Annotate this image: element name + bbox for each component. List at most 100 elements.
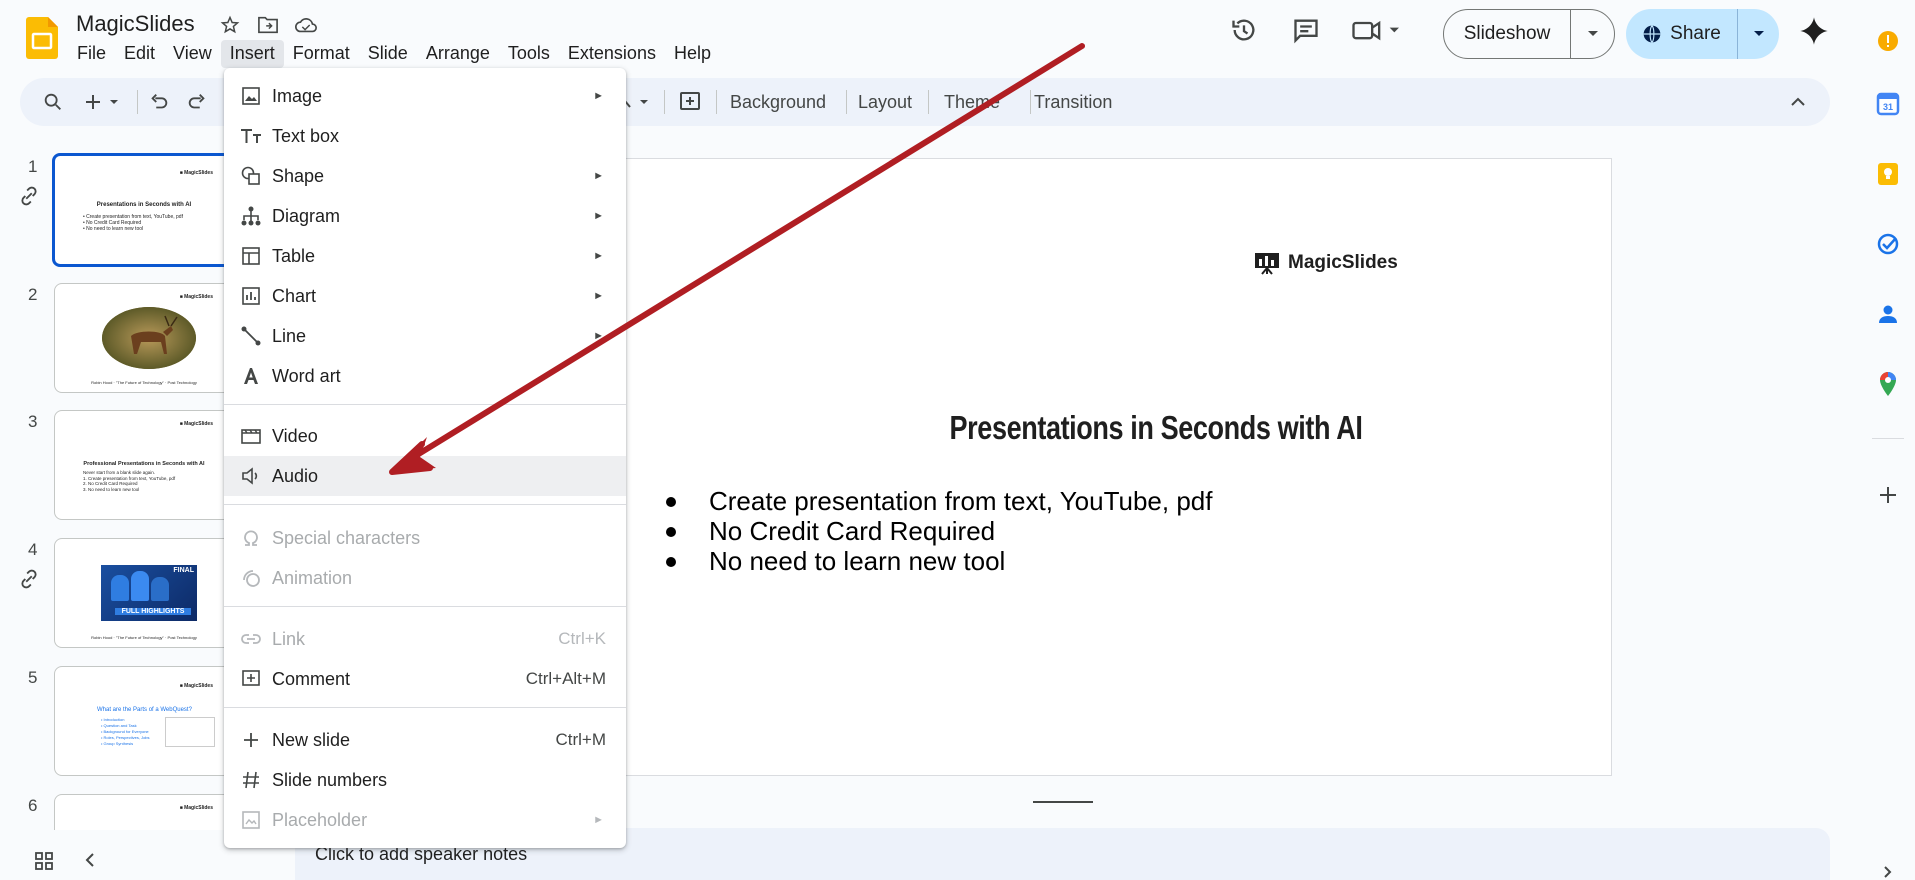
keep-icon[interactable] — [1871, 157, 1905, 191]
slide-number: 4 — [28, 540, 38, 559]
plus-icon — [240, 729, 262, 751]
layout-button[interactable]: Layout — [858, 78, 912, 126]
slide-thumbnail-3[interactable]: ■ MagicSlides Professional Presentations… — [54, 410, 234, 520]
menu-item-audio[interactable]: Audio — [224, 456, 626, 496]
slide-bullet-list[interactable]: Create presentation from text, YouTube, … — [666, 486, 1212, 576]
collapse-filmstrip-icon[interactable] — [84, 851, 96, 876]
deer-image — [102, 307, 196, 369]
slide-canvas[interactable]: MagicSlides Presentations in Seconds wit… — [625, 158, 1612, 776]
slide-thumbnail-4[interactable]: FINAL FULL HIGHLIGHTS Robin Hood · "The … — [54, 538, 234, 648]
cricket-image: FINAL FULL HIGHLIGHTS — [101, 565, 197, 621]
slide-brand-logo[interactable]: MagicSlides — [1254, 251, 1398, 275]
transition-button[interactable]: Transition — [1034, 78, 1112, 126]
slide-brand-text: MagicSlides — [1288, 252, 1398, 273]
calendar-icon[interactable]: 31 — [1871, 87, 1905, 121]
collapse-toolbar-icon[interactable] — [1790, 78, 1806, 126]
slide-thumbnail-5[interactable]: ■ MagicSlides What are the Parts of a We… — [54, 666, 234, 776]
gemini-icon[interactable] — [1799, 16, 1829, 46]
maps-icon[interactable] — [1871, 367, 1905, 401]
filmstrip: 1 ■ MagicSlides Presentations in Seconds… — [0, 150, 240, 830]
menu-item-text-box[interactable]: Text box — [224, 116, 626, 156]
meet-icon[interactable] — [1346, 8, 1410, 52]
menu-help[interactable]: Help — [665, 40, 720, 68]
bullet-item: No need to learn new tool — [666, 546, 1212, 576]
animation-icon — [240, 567, 262, 589]
chart-icon — [240, 285, 262, 307]
omega-icon — [240, 527, 262, 549]
menu-item-image[interactable]: Image ► — [224, 76, 626, 116]
share-button[interactable]: Share — [1626, 9, 1779, 59]
menu-item-diagram[interactable]: Diagram ► — [224, 196, 626, 236]
image-icon — [240, 85, 262, 107]
menu-item-table[interactable]: Table ► — [224, 236, 626, 276]
move-folder-icon[interactable] — [256, 13, 280, 37]
notes-resize-handle[interactable] — [1033, 801, 1093, 803]
menu-item-comment[interactable]: Comment Ctrl+Alt+M — [224, 659, 626, 699]
slide-thumbnail-2[interactable]: ■ MagicSlides Robin Hood · "The Future o… — [54, 283, 234, 393]
menu-slide[interactable]: Slide — [359, 40, 417, 68]
star-icon[interactable] — [218, 13, 242, 37]
insert-menu: Image ► Text box Shape ► Diagram ► Table ► C… — [224, 68, 626, 848]
undo-icon[interactable] — [148, 78, 170, 126]
text-box-icon — [240, 125, 262, 147]
menu-format[interactable]: Format — [284, 40, 359, 68]
comment-icon — [240, 668, 262, 690]
thumb-brand: ■ MagicSlides — [179, 170, 213, 176]
menu-tools[interactable]: Tools — [499, 40, 559, 68]
menu-item-line[interactable]: Line ► — [224, 316, 626, 356]
bullet-item: No Credit Card Required — [666, 516, 1212, 546]
insert-comment-icon[interactable] — [678, 78, 702, 126]
tasks-icon[interactable] — [1871, 227, 1905, 261]
menu-view[interactable]: View — [164, 40, 221, 68]
magicslides-logo-icon — [1255, 253, 1279, 275]
slide-thumbnail-1[interactable]: ■ MagicSlides Presentations in Seconds w… — [52, 153, 236, 267]
hash-icon — [240, 769, 262, 791]
contacts-icon[interactable] — [1871, 297, 1905, 331]
slide-title[interactable]: Presentations in Seconds with AI — [869, 409, 1443, 447]
menu-item-link: Link Ctrl+K — [224, 619, 626, 659]
linked-object-icon — [18, 568, 40, 595]
comments-icon[interactable] — [1284, 8, 1328, 52]
video-icon — [240, 425, 262, 447]
document-title[interactable]: MagicSlides — [76, 11, 195, 37]
slide-thumbnail-6[interactable]: ■ MagicSlides — [54, 794, 234, 830]
slide-number: 6 — [28, 796, 38, 815]
menu-insert[interactable]: Insert — [220, 40, 284, 68]
slideshow-button[interactable]: Slideshow — [1443, 9, 1615, 59]
thumb-title: Presentations in Seconds with AI — [96, 202, 192, 208]
menu-item-new-slide[interactable]: New slide Ctrl+M — [224, 720, 626, 760]
audio-icon — [240, 465, 262, 487]
menu-item-shape[interactable]: Shape ► — [224, 156, 626, 196]
menu-extensions[interactable]: Extensions — [559, 40, 665, 68]
diagram-icon — [240, 205, 262, 227]
slideshow-label[interactable]: Slideshow — [1444, 10, 1571, 58]
slide-number: 5 — [28, 668, 38, 687]
add-addon-icon[interactable] — [1871, 478, 1905, 512]
bullet-item: Create presentation from text, YouTube, … — [666, 486, 1212, 516]
notification-icon[interactable] — [1871, 24, 1905, 58]
slides-logo-icon[interactable] — [26, 17, 58, 59]
cloud-status-icon[interactable] — [294, 13, 318, 37]
menu-item-animation: Animation — [224, 558, 626, 598]
expand-panel-icon[interactable] — [1871, 855, 1905, 880]
menu-item-special-characters: Special characters — [224, 518, 626, 558]
menu-arrange[interactable]: Arrange — [417, 40, 499, 68]
new-slide-plus-icon[interactable] — [84, 78, 122, 126]
menu-item-word-art[interactable]: Word art — [224, 356, 626, 396]
share-dropdown-icon[interactable] — [1738, 30, 1779, 38]
svg-text:31: 31 — [1883, 102, 1893, 112]
menu-file[interactable]: File — [68, 40, 115, 68]
grid-view-icon[interactable] — [34, 851, 54, 876]
slide-number: 1 — [28, 157, 38, 176]
menu-bar: File Edit View Insert Format Slide Arran… — [68, 40, 720, 68]
redo-icon[interactable] — [186, 78, 208, 126]
menu-item-slide-numbers[interactable]: Slide numbers — [224, 760, 626, 800]
menu-item-video[interactable]: Video — [224, 416, 626, 456]
menu-edit[interactable]: Edit — [115, 40, 164, 68]
theme-button[interactable]: Theme — [944, 78, 1000, 126]
slideshow-dropdown-icon[interactable] — [1571, 30, 1614, 38]
search-menus-icon[interactable] — [42, 78, 64, 126]
background-button[interactable]: Background — [730, 78, 826, 126]
menu-item-chart[interactable]: Chart ► — [224, 276, 626, 316]
version-history-icon[interactable] — [1222, 8, 1266, 52]
